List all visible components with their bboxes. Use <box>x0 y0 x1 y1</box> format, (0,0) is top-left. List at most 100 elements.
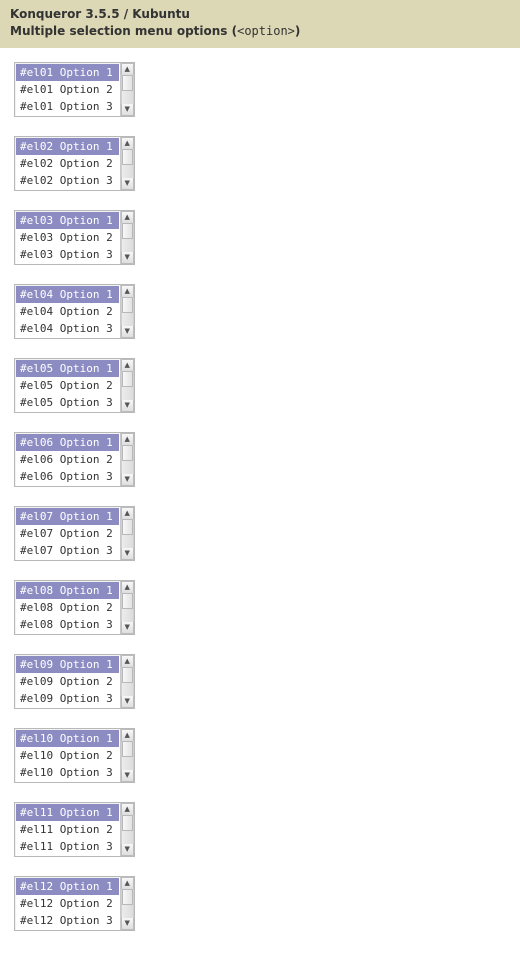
scroll-thumb[interactable] <box>122 297 133 313</box>
option[interactable]: #el07 Option 2 <box>16 525 119 542</box>
scroll-down-button[interactable]: ▼ <box>121 474 134 486</box>
scroll-thumb[interactable] <box>122 371 133 387</box>
scrollbar[interactable]: ▲▼ <box>120 137 134 190</box>
scroll-up-button[interactable]: ▲ <box>121 655 134 667</box>
multiselect-el07[interactable]: #el07 Option 1#el07 Option 2#el07 Option… <box>14 506 135 561</box>
scroll-up-button[interactable]: ▲ <box>121 877 134 889</box>
scrollbar[interactable]: ▲▼ <box>120 877 134 930</box>
scroll-thumb[interactable] <box>122 223 133 239</box>
option[interactable]: #el07 Option 3 <box>16 542 119 559</box>
scrollbar[interactable]: ▲▼ <box>120 63 134 116</box>
option[interactable]: #el02 Option 3 <box>16 172 119 189</box>
option[interactable]: #el07 Option 1 <box>16 508 119 525</box>
multiselect-el09[interactable]: #el09 Option 1#el09 Option 2#el09 Option… <box>14 654 135 709</box>
scrollbar[interactable]: ▲▼ <box>120 581 134 634</box>
option[interactable]: #el01 Option 1 <box>16 64 119 81</box>
scroll-thumb[interactable] <box>122 667 133 683</box>
scroll-down-button[interactable]: ▼ <box>121 400 134 412</box>
scroll-up-button[interactable]: ▲ <box>121 433 134 445</box>
scroll-track[interactable] <box>121 519 134 548</box>
option[interactable]: #el03 Option 1 <box>16 212 119 229</box>
scroll-track[interactable] <box>121 667 134 696</box>
scrollbar[interactable]: ▲▼ <box>120 285 134 338</box>
option[interactable]: #el12 Option 3 <box>16 912 119 929</box>
scroll-up-button[interactable]: ▲ <box>121 137 134 149</box>
option[interactable]: #el02 Option 2 <box>16 155 119 172</box>
scroll-up-button[interactable]: ▲ <box>121 803 134 815</box>
scroll-down-button[interactable]: ▼ <box>121 548 134 560</box>
scroll-up-button[interactable]: ▲ <box>121 63 134 75</box>
scroll-thumb[interactable] <box>122 149 133 165</box>
multiselect-el05[interactable]: #el05 Option 1#el05 Option 2#el05 Option… <box>14 358 135 413</box>
option[interactable]: #el05 Option 3 <box>16 394 119 411</box>
scroll-up-button[interactable]: ▲ <box>121 285 134 297</box>
scroll-down-button[interactable]: ▼ <box>121 622 134 634</box>
multiselect-el12[interactable]: #el12 Option 1#el12 Option 2#el12 Option… <box>14 876 135 931</box>
option[interactable]: #el04 Option 2 <box>16 303 119 320</box>
multiselect-el03[interactable]: #el03 Option 1#el03 Option 2#el03 Option… <box>14 210 135 265</box>
option[interactable]: #el11 Option 1 <box>16 804 119 821</box>
option[interactable]: #el01 Option 3 <box>16 98 119 115</box>
option[interactable]: #el08 Option 3 <box>16 616 119 633</box>
scrollbar[interactable]: ▲▼ <box>120 803 134 856</box>
scroll-thumb[interactable] <box>122 815 133 831</box>
option[interactable]: #el09 Option 1 <box>16 656 119 673</box>
option[interactable]: #el05 Option 2 <box>16 377 119 394</box>
scroll-up-button[interactable]: ▲ <box>121 211 134 223</box>
option[interactable]: #el10 Option 1 <box>16 730 119 747</box>
scroll-thumb[interactable] <box>122 519 133 535</box>
scroll-track[interactable] <box>121 741 134 770</box>
scroll-thumb[interactable] <box>122 889 133 905</box>
scroll-down-button[interactable]: ▼ <box>121 918 134 930</box>
option[interactable]: #el06 Option 2 <box>16 451 119 468</box>
option[interactable]: #el12 Option 1 <box>16 878 119 895</box>
scrollbar[interactable]: ▲▼ <box>120 655 134 708</box>
option[interactable]: #el11 Option 3 <box>16 838 119 855</box>
scroll-down-button[interactable]: ▼ <box>121 326 134 338</box>
multiselect-el04[interactable]: #el04 Option 1#el04 Option 2#el04 Option… <box>14 284 135 339</box>
scroll-track[interactable] <box>121 815 134 844</box>
scroll-thumb[interactable] <box>122 75 133 91</box>
scroll-thumb[interactable] <box>122 741 133 757</box>
option[interactable]: #el03 Option 3 <box>16 246 119 263</box>
multiselect-el10[interactable]: #el10 Option 1#el10 Option 2#el10 Option… <box>14 728 135 783</box>
scroll-track[interactable] <box>121 593 134 622</box>
multiselect-el01[interactable]: #el01 Option 1#el01 Option 2#el01 Option… <box>14 62 135 117</box>
scroll-down-button[interactable]: ▼ <box>121 844 134 856</box>
option[interactable]: #el11 Option 2 <box>16 821 119 838</box>
scroll-track[interactable] <box>121 75 134 104</box>
option[interactable]: #el12 Option 2 <box>16 895 119 912</box>
scrollbar[interactable]: ▲▼ <box>120 507 134 560</box>
scroll-down-button[interactable]: ▼ <box>121 178 134 190</box>
scroll-track[interactable] <box>121 149 134 178</box>
scroll-up-button[interactable]: ▲ <box>121 507 134 519</box>
scroll-up-button[interactable]: ▲ <box>121 581 134 593</box>
option[interactable]: #el06 Option 1 <box>16 434 119 451</box>
option[interactable]: #el08 Option 1 <box>16 582 119 599</box>
scroll-track[interactable] <box>121 889 134 918</box>
option[interactable]: #el08 Option 2 <box>16 599 119 616</box>
scroll-track[interactable] <box>121 223 134 252</box>
scrollbar[interactable]: ▲▼ <box>120 359 134 412</box>
multiselect-el06[interactable]: #el06 Option 1#el06 Option 2#el06 Option… <box>14 432 135 487</box>
option[interactable]: #el03 Option 2 <box>16 229 119 246</box>
scrollbar[interactable]: ▲▼ <box>120 729 134 782</box>
multiselect-el02[interactable]: #el02 Option 1#el02 Option 2#el02 Option… <box>14 136 135 191</box>
scroll-up-button[interactable]: ▲ <box>121 359 134 371</box>
option[interactable]: #el10 Option 3 <box>16 764 119 781</box>
multiselect-el08[interactable]: #el08 Option 1#el08 Option 2#el08 Option… <box>14 580 135 635</box>
scroll-down-button[interactable]: ▼ <box>121 770 134 782</box>
scrollbar[interactable]: ▲▼ <box>120 433 134 486</box>
option[interactable]: #el01 Option 2 <box>16 81 119 98</box>
option[interactable]: #el02 Option 1 <box>16 138 119 155</box>
scroll-track[interactable] <box>121 445 134 474</box>
scroll-track[interactable] <box>121 297 134 326</box>
scrollbar[interactable]: ▲▼ <box>120 211 134 264</box>
multiselect-el11[interactable]: #el11 Option 1#el11 Option 2#el11 Option… <box>14 802 135 857</box>
scroll-up-button[interactable]: ▲ <box>121 729 134 741</box>
option[interactable]: #el04 Option 1 <box>16 286 119 303</box>
option[interactable]: #el05 Option 1 <box>16 360 119 377</box>
option[interactable]: #el06 Option 3 <box>16 468 119 485</box>
scroll-down-button[interactable]: ▼ <box>121 696 134 708</box>
scroll-thumb[interactable] <box>122 445 133 461</box>
